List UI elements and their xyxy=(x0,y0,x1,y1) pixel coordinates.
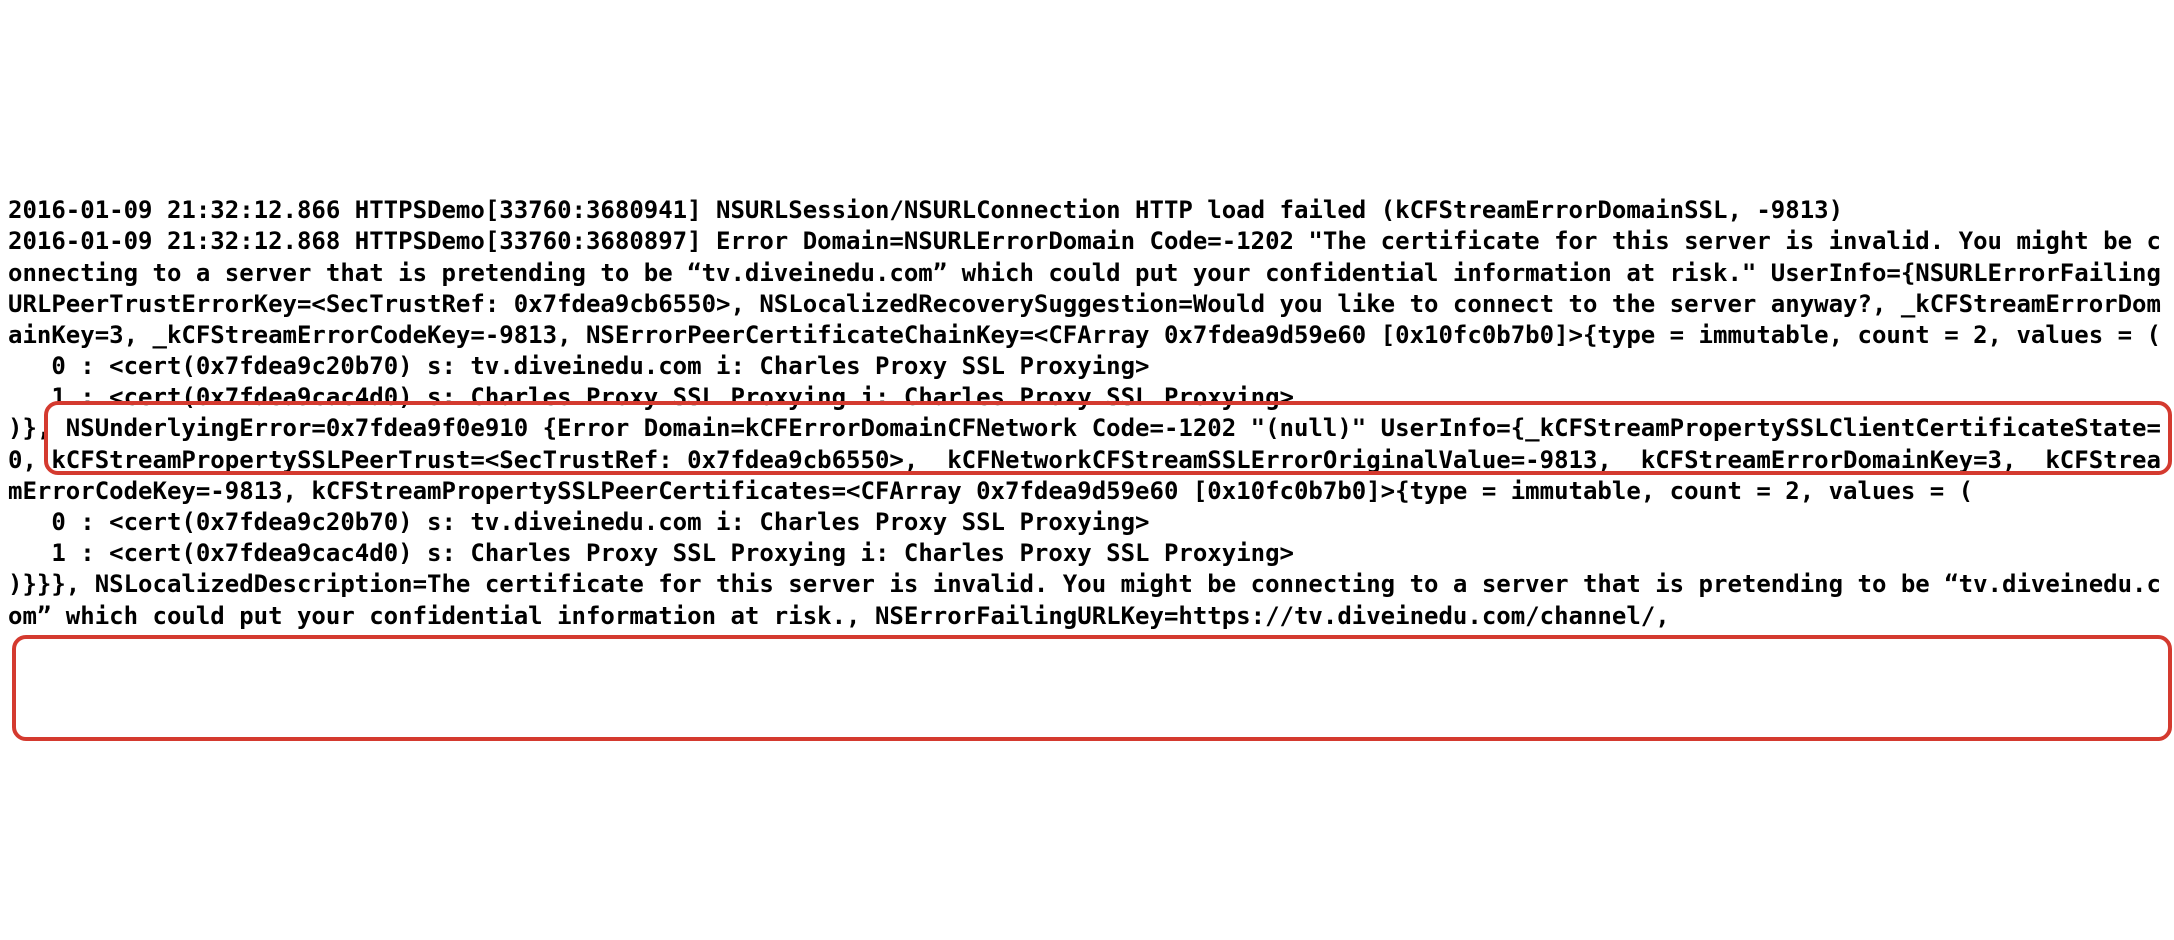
log-line: )}}}, NSLocalizedDescription=The certifi… xyxy=(8,569,2166,631)
log-line: 2016-01-09 21:32:12.866 HTTPSDemo[33760:… xyxy=(8,195,2166,226)
log-line: 2016-01-09 21:32:12.868 HTTPSDemo[33760:… xyxy=(8,226,2166,351)
log-output: 2016-01-09 21:32:12.866 HTTPSDemo[33760:… xyxy=(8,133,2166,757)
log-line: 0 : <cert(0x7fdea9c20b70) s: tv.diveined… xyxy=(8,351,2166,382)
log-line: 0 : <cert(0x7fdea9c20b70) s: tv.diveined… xyxy=(8,507,2166,538)
highlight-box-2 xyxy=(12,635,2172,741)
log-line: 1 : <cert(0x7fdea9cac4d0) s: Charles Pro… xyxy=(8,538,2166,569)
log-line: )}, NSUnderlyingError=0x7fdea9f0e910 {Er… xyxy=(8,413,2166,507)
log-line: 1 : <cert(0x7fdea9cac4d0) s: Charles Pro… xyxy=(8,382,2166,413)
